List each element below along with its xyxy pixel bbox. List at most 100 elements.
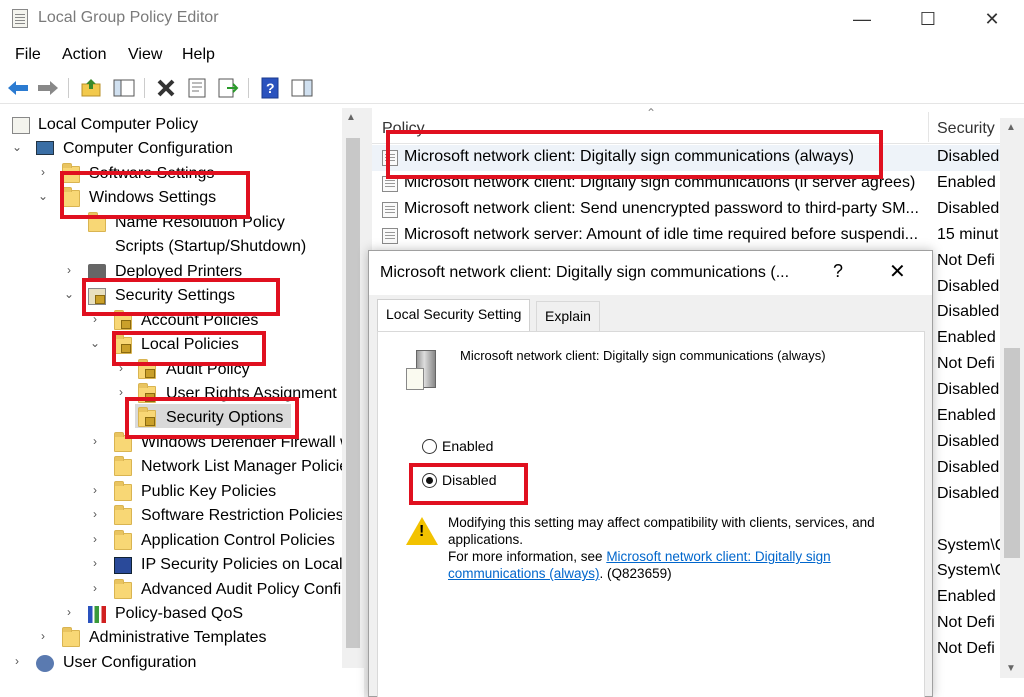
security-setting-cell: Not Defi (937, 251, 995, 269)
script-icon (88, 239, 106, 257)
annotation-local-policies (112, 331, 266, 366)
tree-item[interactable]: › User Configuration (0, 652, 340, 676)
tree-item[interactable]: › Policy-based QoS (0, 603, 340, 627)
policy-row[interactable]: Microsoft network server: Amount of idle… (372, 223, 1024, 249)
tree-item[interactable]: › Administrative Templates (0, 627, 340, 651)
dialog-help-button[interactable]: ? (833, 261, 843, 282)
chevron-right-icon[interactable]: › (36, 165, 50, 179)
tree-item[interactable]: ⌄ Computer Configuration (0, 138, 340, 162)
tab-local-security-setting[interactable]: Local Security Setting (377, 299, 531, 332)
chevron-right-icon[interactable]: › (10, 654, 24, 668)
policy-setting-icon (382, 201, 398, 218)
folder-icon (114, 578, 132, 599)
security-setting-cell: Disabled (937, 277, 1000, 295)
tree-item[interactable]: › IP Security Policies on Local C (0, 554, 359, 578)
chevron-right-icon[interactable]: › (88, 556, 102, 570)
tree-item[interactable]: Network List Manager Policie (0, 456, 348, 480)
properties-icon[interactable] (185, 76, 209, 100)
warning-icon: ! (406, 517, 438, 545)
tree-item-label: Local Computer Policy (38, 116, 199, 133)
maximize-button[interactable]: ☐ (908, 6, 948, 32)
tree-item-label: Administrative Templates (89, 629, 267, 647)
tree-scroll-thumb[interactable] (346, 138, 360, 648)
scroll-up-icon[interactable]: ▲ (346, 112, 356, 123)
chevron-right-icon[interactable]: › (88, 507, 102, 521)
chevron-down-icon[interactable]: ⌄ (36, 189, 50, 203)
security-setting-cell: Disabled (937, 432, 1000, 450)
close-button[interactable]: ✕ (972, 6, 1012, 32)
chevron-right-icon[interactable]: › (62, 263, 76, 277)
scroll-down-icon[interactable]: ▼ (1006, 663, 1016, 674)
tree-item-label: Advanced Audit Policy Confi (141, 580, 342, 598)
radio-enabled-circle[interactable] (422, 438, 437, 454)
chevron-right-icon[interactable]: › (88, 532, 102, 546)
security-setting-cell: Disabled (937, 148, 1000, 165)
chevron-right-icon[interactable]: › (88, 483, 102, 497)
security-setting-cell: System\C (937, 562, 1007, 580)
chevron-down-icon[interactable]: ⌄ (10, 140, 24, 154)
security-setting-cell: Enabled (937, 173, 996, 191)
scroll-up-icon[interactable]: ▲ (1006, 122, 1016, 133)
tree-item-label: Computer Configuration (63, 140, 233, 158)
annotation-windows-settings (60, 171, 250, 219)
policy-name-cell: Microsoft network server: Amount of idle… (404, 225, 919, 243)
menu-file[interactable]: File (15, 46, 41, 64)
tree-item[interactable]: › Application Control Policies (0, 529, 340, 554)
tree-item[interactable]: › Public Key Policies (0, 480, 340, 505)
show-hide-tree-icon[interactable] (112, 76, 136, 100)
chevron-right-icon[interactable]: › (88, 581, 102, 595)
export-list-icon[interactable] (216, 76, 240, 100)
title-bar: Local Group Policy Editor — ☐ ✕ (0, 0, 1024, 38)
tree-item[interactable]: Local Computer Policy (0, 114, 340, 138)
ip-security-icon (114, 557, 132, 575)
security-setting-cell: Not Defi (937, 355, 995, 373)
menu-help[interactable]: Help (182, 46, 215, 64)
tree-item[interactable]: Scripts (Startup/Shutdown) (0, 236, 340, 260)
security-setting-cell: Not Defi (937, 640, 995, 658)
chevron-down-icon[interactable]: ⌄ (62, 287, 76, 301)
folder-icon (62, 627, 80, 648)
security-setting-cell: Disabled (937, 458, 1000, 476)
dialog-title: Microsoft network client: Digitally sign… (380, 264, 790, 281)
radio-enabled[interactable]: Enabled (422, 438, 493, 454)
forward-arrow-icon[interactable] (36, 76, 60, 100)
column-security[interactable]: Security (937, 120, 995, 138)
server-policy-icon (406, 350, 442, 394)
list-scroll-thumb[interactable] (1004, 348, 1020, 558)
security-setting-cell: 15 minut (937, 225, 999, 243)
tree-item[interactable]: › Advanced Audit Policy Confi (0, 578, 342, 603)
menu-view[interactable]: View (128, 46, 162, 64)
warning-message: Modifying this setting may affect compat… (448, 515, 875, 547)
security-setting-cell: Not Defi (937, 614, 995, 632)
tree-item[interactable]: › Software Restriction Policies (0, 505, 344, 529)
more-info-prefix: For more information, see (448, 549, 607, 564)
minimize-button[interactable]: — (842, 6, 882, 32)
chevron-down-icon[interactable]: ⌄ (88, 336, 102, 350)
window-title: Local Group Policy Editor (38, 9, 219, 26)
annotation-disabled-option (409, 463, 528, 505)
folder-icon (114, 529, 132, 550)
more-info-suffix: . (Q823659) (599, 566, 672, 581)
show-pane-icon[interactable] (290, 76, 314, 100)
list-scrollbar[interactable]: ▲ ▼ (1000, 118, 1024, 678)
policy-setting-icon (382, 227, 398, 244)
policy-row[interactable]: Microsoft network client: Send unencrypt… (372, 197, 1024, 223)
menu-action[interactable]: Action (62, 46, 106, 64)
folder-icon (114, 480, 132, 501)
back-arrow-icon[interactable] (6, 76, 30, 100)
chevron-right-icon[interactable]: › (36, 629, 50, 643)
tree-item-label: IP Security Policies on Local C (141, 556, 359, 574)
tree-scrollbar[interactable]: ▲ (342, 108, 364, 668)
tab-explain[interactable]: Explain (536, 301, 600, 331)
tree-item-label: User Configuration (63, 653, 197, 671)
delete-icon[interactable] (154, 76, 178, 100)
annotation-policy-row (386, 130, 883, 179)
chevron-right-icon[interactable]: › (62, 605, 76, 619)
help-icon[interactable]: ? (258, 76, 282, 100)
security-setting-cell: Disabled (937, 381, 1000, 399)
group-policy-app-icon (12, 9, 28, 28)
up-folder-icon[interactable] (80, 76, 104, 100)
chevron-right-icon[interactable]: › (88, 434, 102, 448)
tree-item-label: Policy-based QoS (115, 605, 244, 622)
dialog-close-button[interactable]: ✕ (889, 259, 906, 284)
